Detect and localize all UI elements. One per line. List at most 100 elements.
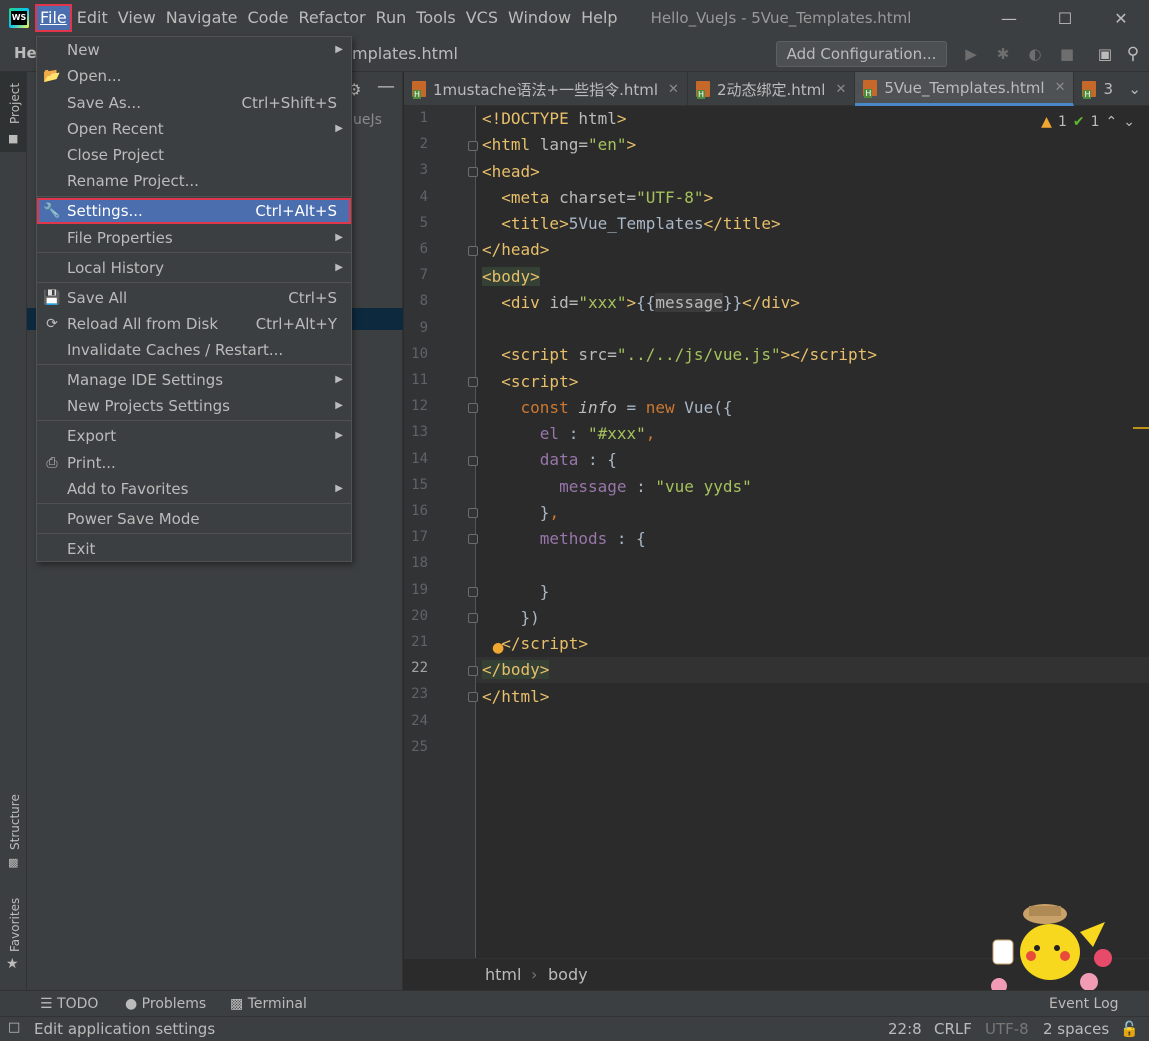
menu-item-new-projects-settings[interactable]: New Projects Settings ▶ — [37, 393, 351, 419]
tab-overflow-3[interactable]: 3 — [1074, 72, 1121, 106]
menu-item-new[interactable]: New ▶ — [37, 37, 351, 63]
menu-item-label: Reload All from Disk — [67, 315, 219, 333]
menu-item-invalidate-caches[interactable]: Invalidate Caches / Restart... — [37, 337, 351, 363]
tab-vue-templates[interactable]: 5Vue_Templates.html ✕ — [855, 72, 1075, 106]
debug-icon[interactable]: ✱ — [994, 45, 1012, 63]
line-number: 7 — [419, 267, 428, 284]
editor-tabs: 1mustache语法+一些指令.html ✕ 2动态绑定.html ✕ 5Vu… — [404, 72, 1149, 106]
todo-tool-button[interactable]: ☰ TODO — [40, 996, 98, 1012]
fold-marker[interactable] — [468, 246, 478, 256]
menu-item-exit[interactable]: Exit — [37, 536, 351, 562]
menu-tools[interactable]: Tools — [411, 4, 460, 32]
hide-panel-icon[interactable]: — — [377, 76, 395, 97]
fold-marker[interactable] — [468, 666, 478, 676]
menu-window[interactable]: Window — [503, 4, 576, 32]
html-file-icon — [695, 81, 710, 99]
line-separator[interactable]: CRLF — [934, 1020, 972, 1038]
problems-tool-button[interactable]: ● Problems — [125, 996, 206, 1012]
chevron-down-icon[interactable]: ⌄ — [1123, 114, 1135, 130]
coverage-icon[interactable]: ◐ — [1026, 45, 1044, 63]
menu-item-open-recent[interactable]: Open Recent ▶ — [37, 116, 351, 142]
run-anything-icon[interactable]: ▣ — [1096, 45, 1114, 63]
tab-dynamic-binding[interactable]: 2动态绑定.html ✕ — [688, 72, 856, 106]
fold-marker[interactable] — [468, 508, 478, 518]
fold-marker[interactable] — [468, 167, 478, 177]
maximize-button[interactable]: ☐ — [1037, 0, 1093, 36]
printer-icon: ⎙ — [46, 455, 58, 471]
fold-marker[interactable] — [468, 456, 478, 466]
menu-item-print[interactable]: ⎙ Print... — [37, 450, 351, 476]
terminal-tool-button[interactable]: ▩ Terminal — [230, 996, 307, 1012]
menu-navigate[interactable]: Navigate — [161, 4, 243, 32]
fold-marker[interactable] — [468, 587, 478, 597]
menu-separator — [37, 282, 351, 283]
layout-toggle-icon[interactable]: □ — [8, 1020, 20, 1035]
minimize-button[interactable]: — — [981, 0, 1037, 36]
menu-refactor[interactable]: Refactor — [293, 4, 370, 32]
project-tool-tab[interactable]: Project ■ — [0, 72, 27, 152]
nav-file-name[interactable]: mplates.html — [352, 44, 458, 63]
file-encoding[interactable]: UTF-8 — [985, 1020, 1029, 1038]
menu-code[interactable]: Code — [243, 4, 294, 32]
breadcrumb-body[interactable]: body — [548, 965, 588, 984]
favorites-tool-tab[interactable]: Favorites ★ — [0, 894, 27, 974]
fold-marker[interactable] — [468, 692, 478, 702]
line-number: 16 — [411, 503, 428, 519]
ok-count: 1 — [1090, 114, 1100, 130]
tab-mustache[interactable]: 1mustache语法+一些指令.html ✕ — [404, 72, 688, 106]
menu-item-reload-all[interactable]: ⟳ Reload All from Disk Ctrl+Alt+Y — [37, 311, 351, 337]
fold-marker[interactable] — [468, 377, 478, 387]
structure-tool-tab[interactable]: Structure ▩ — [0, 790, 27, 870]
menu-item-rename-project[interactable]: Rename Project... — [37, 168, 351, 194]
menu-item-close-project[interactable]: Close Project — [37, 142, 351, 168]
tab-label: 3 — [1103, 80, 1114, 98]
close-tab-icon[interactable]: ✕ — [668, 82, 679, 97]
search-icon[interactable]: ⚲ — [1124, 45, 1142, 63]
indent-setting[interactable]: 2 spaces — [1043, 1020, 1109, 1038]
menu-item-file-properties[interactable]: File Properties ▶ — [37, 225, 351, 251]
add-configuration-button[interactable]: Add Configuration... — [776, 41, 947, 67]
fold-marker[interactable] — [468, 534, 478, 544]
close-window-button[interactable]: ✕ — [1093, 0, 1149, 36]
shortcut-label: Ctrl+Alt+Y — [255, 315, 337, 333]
stop-icon[interactable]: ■ — [1058, 45, 1076, 63]
menu-edit[interactable]: Edit — [72, 4, 113, 32]
chevron-down-icon[interactable]: ⌄ — [1128, 80, 1141, 98]
line-number: 4 — [419, 188, 428, 205]
error-stripe-marker[interactable] — [1133, 427, 1149, 429]
shortcut-label: Ctrl+Alt+S — [255, 202, 337, 220]
menu-run[interactable]: Run — [371, 4, 412, 32]
menu-item-save-as[interactable]: Save As... Ctrl+Shift+S — [37, 90, 351, 116]
menu-item-settings[interactable]: 🔧 Settings... Ctrl+Alt+S — [37, 198, 351, 224]
inspection-widget[interactable]: ▲ 1 ✔ 1 ⌃ ⌄ — [1041, 114, 1135, 130]
menu-item-save-all[interactable]: 💾 Save All Ctrl+S — [37, 285, 351, 311]
menu-vcs[interactable]: VCS — [461, 4, 503, 32]
menu-file[interactable]: File — [35, 4, 72, 32]
menu-item-add-to-favorites[interactable]: Add to Favorites ▶ — [37, 476, 351, 502]
caret-position[interactable]: 22:8 — [888, 1020, 922, 1038]
run-icon[interactable]: ▶ — [962, 45, 980, 63]
close-tab-icon[interactable]: ✕ — [835, 82, 846, 97]
menu-item-power-save-mode[interactable]: Power Save Mode — [37, 506, 351, 532]
menu-help[interactable]: Help — [576, 4, 622, 32]
menu-item-label: Add to Favorites — [67, 480, 189, 498]
code-editor[interactable]: 1 2 3 4 5 6 7 8 9 10 11 12 13 14 15 16 17 18 19 20 21 22 23 24 2… — [404, 106, 1149, 958]
project-tab-label: Project — [8, 82, 22, 124]
event-log-tool-button[interactable]: Event Log — [1049, 996, 1119, 1012]
line-number: 12 — [411, 398, 428, 415]
lock-icon[interactable]: 🔓 — [1120, 1020, 1139, 1038]
fold-marker[interactable] — [468, 141, 478, 151]
fold-marker[interactable] — [468, 403, 478, 413]
chevron-up-icon[interactable]: ⌃ — [1106, 114, 1118, 130]
menu-item-open[interactable]: 📂 Open... — [37, 63, 351, 89]
nav-project-name[interactable]: He — [14, 44, 37, 62]
menu-view[interactable]: View — [113, 4, 161, 32]
menu-item-export[interactable]: Export ▶ — [37, 423, 351, 449]
breadcrumb-html[interactable]: html — [485, 965, 521, 984]
fold-marker[interactable] — [468, 613, 478, 623]
menu-item-manage-ide-settings[interactable]: Manage IDE Settings ▶ — [37, 367, 351, 393]
project-tree-item[interactable]: ueJs — [353, 112, 382, 128]
menu-item-local-history[interactable]: Local History ▶ — [37, 255, 351, 281]
close-tab-icon[interactable]: ✕ — [1055, 80, 1066, 95]
submenu-arrow-icon: ▶ — [335, 400, 343, 411]
